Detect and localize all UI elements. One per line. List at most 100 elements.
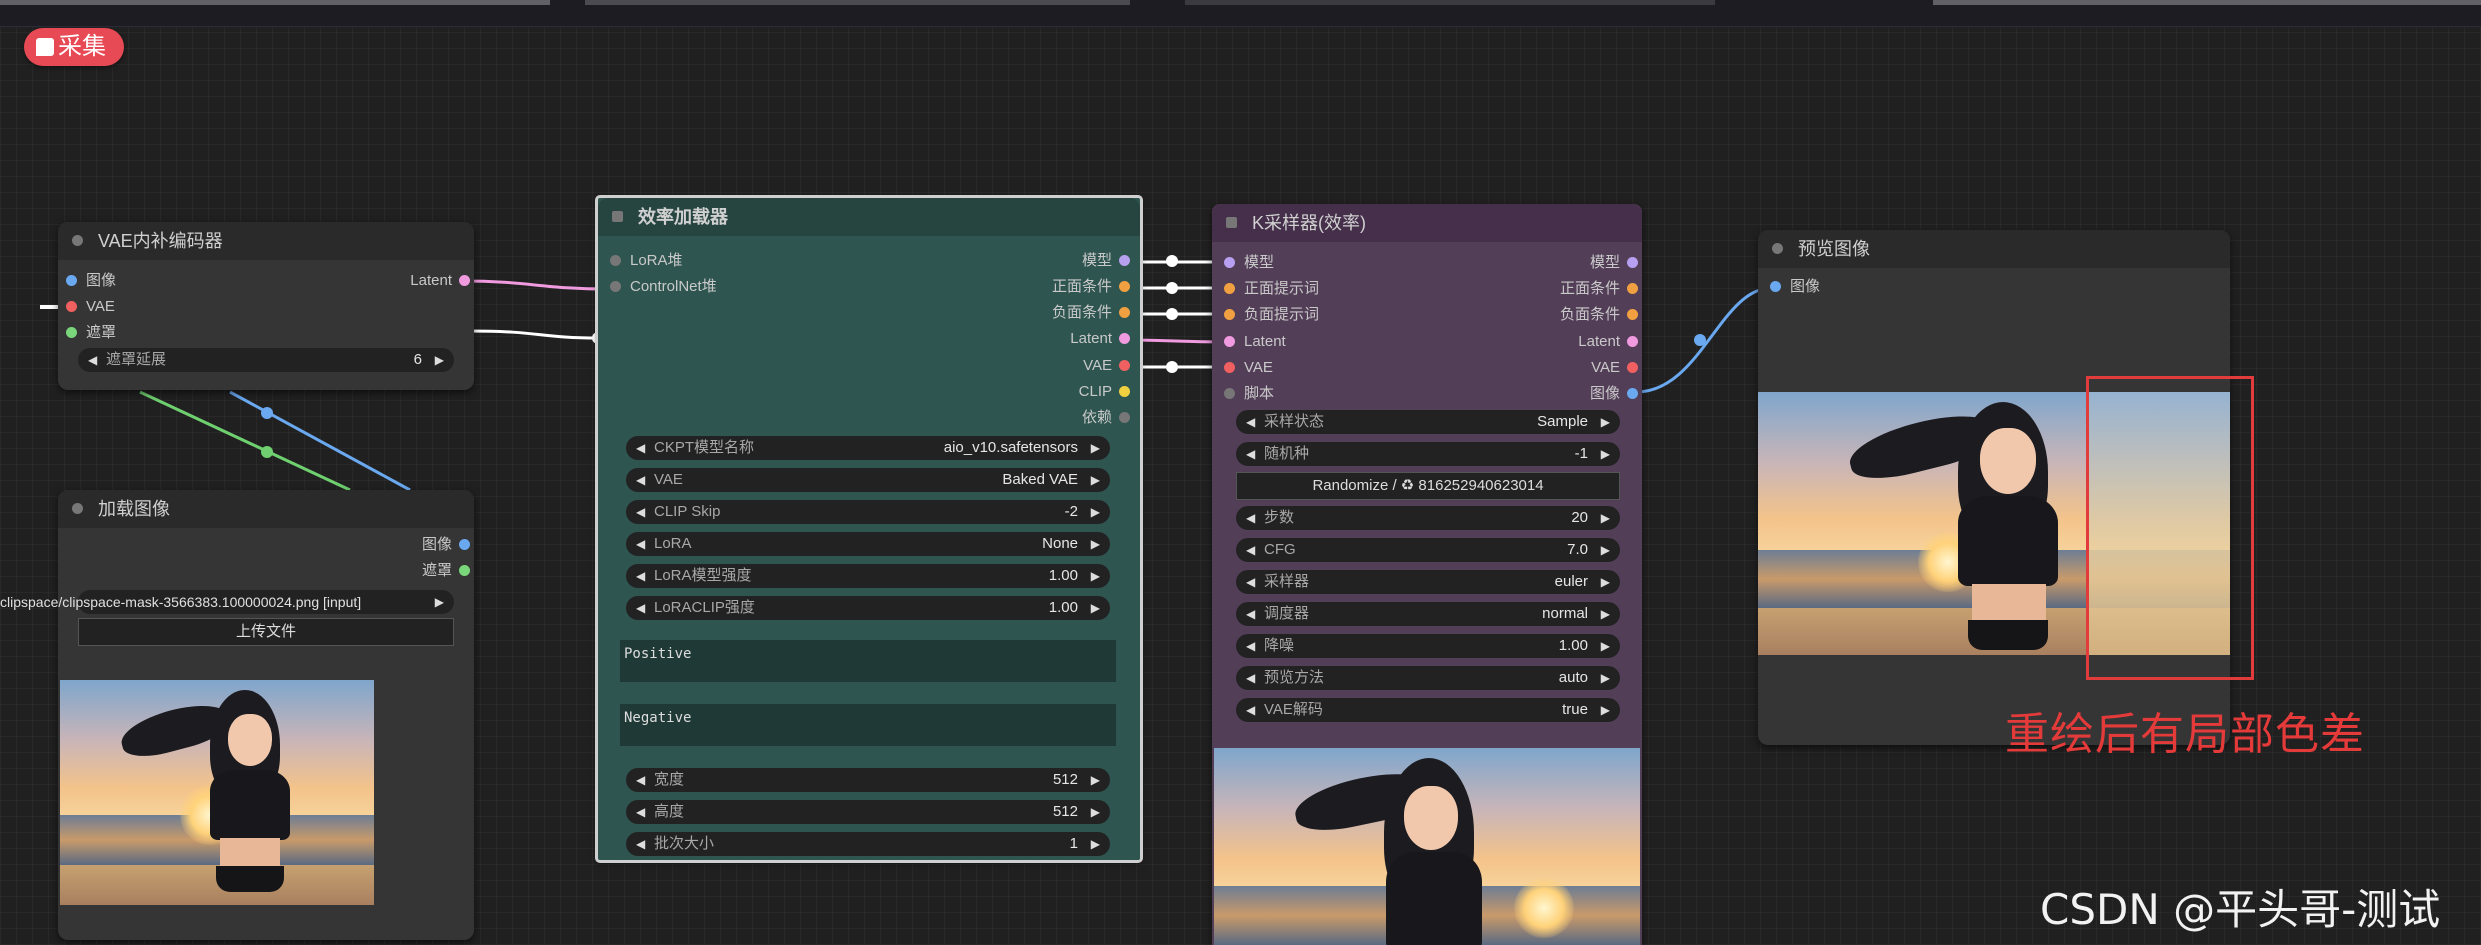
port-icon[interactable] — [1119, 333, 1130, 344]
negative-prompt-textarea[interactable]: Negative — [620, 704, 1116, 746]
efficient-loader-header[interactable]: 效率加载器 — [598, 198, 1140, 236]
decrement-arrow-icon[interactable]: ◀ — [636, 768, 645, 792]
output-image[interactable]: 图像 — [422, 534, 474, 556]
port-icon[interactable] — [1627, 309, 1638, 320]
decrement-arrow-icon[interactable]: ◀ — [1246, 410, 1255, 434]
preview-method-widget[interactable]: ◀ 预览方法 auto ▶ — [1236, 666, 1620, 690]
decrement-arrow-icon[interactable]: ◀ — [636, 832, 645, 856]
increment-arrow-icon[interactable]: ▶ — [1091, 800, 1100, 824]
input-mask[interactable]: 遮罩 — [62, 322, 116, 344]
preview-image-header[interactable]: 预览图像 — [1758, 230, 2230, 268]
output-image[interactable]: 图像 — [1590, 383, 1642, 405]
output-clip[interactable]: CLIP — [1079, 381, 1134, 403]
decrement-arrow-icon[interactable]: ◀ — [636, 468, 645, 492]
vae-decode-widget[interactable]: ◀ VAE解码 true ▶ — [1236, 698, 1620, 722]
input-lora-stack[interactable]: LoRA堆 — [606, 250, 683, 272]
port-icon[interactable] — [1119, 307, 1130, 318]
port-icon[interactable] — [1119, 386, 1130, 397]
ksampler-header[interactable]: K采样器(效率) — [1212, 204, 1642, 242]
ksampler-node[interactable]: K采样器(效率) 模型 正面提示词 负面提示词 Latent VAE 脚本 模型… — [1212, 204, 1642, 945]
vae-widget[interactable]: ◀ VAE Baked VAE ▶ — [626, 468, 1110, 492]
port-icon[interactable] — [66, 327, 77, 338]
input-vae[interactable]: VAE — [62, 296, 115, 318]
port-icon[interactable] — [610, 281, 621, 292]
mask-grow-widget[interactable]: ◀ 遮罩延展 6 ▶ — [78, 348, 454, 372]
increment-arrow-icon[interactable]: ▶ — [1601, 506, 1610, 530]
input-script[interactable]: 脚本 — [1220, 383, 1274, 405]
port-icon[interactable] — [1627, 388, 1638, 399]
increment-arrow-icon[interactable]: ▶ — [1091, 564, 1100, 588]
increment-arrow-icon[interactable]: ▶ — [1091, 468, 1100, 492]
port-icon[interactable] — [1770, 281, 1781, 292]
load-image-header[interactable]: 加载图像 — [58, 490, 474, 528]
lora-widget[interactable]: ◀ LoRA None ▶ — [626, 532, 1110, 556]
sampler-widget[interactable]: ◀ 采样器 euler ▶ — [1236, 570, 1620, 594]
clip-skip-widget[interactable]: ◀ CLIP Skip -2 ▶ — [626, 500, 1110, 524]
output-vae[interactable]: VAE — [1591, 357, 1642, 379]
port-icon[interactable] — [1627, 336, 1638, 347]
increment-arrow-icon[interactable]: ▶ — [1601, 666, 1610, 690]
port-icon[interactable] — [1627, 257, 1638, 268]
decrement-arrow-icon[interactable]: ◀ — [636, 800, 645, 824]
lora-clip-strength-widget[interactable]: ◀ LoRACLIP强度 1.00 ▶ — [626, 596, 1110, 620]
load-image-node[interactable]: 加载图像 图像 遮罩 上传文件 — [58, 490, 474, 940]
height-widget[interactable]: ◀ 高度 512 ▶ — [626, 800, 1110, 824]
increment-arrow-icon[interactable]: ▶ — [1601, 570, 1610, 594]
output-latent[interactable]: Latent — [1070, 328, 1134, 350]
increment-arrow-icon[interactable]: ▶ — [1091, 596, 1100, 620]
increment-arrow-icon[interactable]: ▶ — [1601, 698, 1610, 722]
input-model[interactable]: 模型 — [1220, 252, 1274, 274]
decrement-arrow-icon[interactable]: ◀ — [1246, 538, 1255, 562]
decrement-arrow-icon[interactable]: ◀ — [1246, 442, 1255, 466]
input-controlnet-stack[interactable]: ControlNet堆 — [606, 276, 717, 298]
increment-arrow-icon[interactable]: ▶ — [1601, 538, 1610, 562]
increment-arrow-icon[interactable]: ▶ — [1601, 442, 1610, 466]
output-negative[interactable]: 负面条件 — [1052, 302, 1134, 324]
port-icon[interactable] — [1627, 283, 1638, 294]
collapse-dot-icon[interactable] — [72, 235, 83, 246]
decrement-arrow-icon[interactable]: ◀ — [636, 436, 645, 460]
port-icon[interactable] — [1224, 257, 1235, 268]
efficient-loader-node[interactable]: 效率加载器 LoRA堆 ControlNet堆 模型 正面条件 负面条件 Lat… — [595, 195, 1143, 863]
decrement-arrow-icon[interactable]: ◀ — [1246, 666, 1255, 690]
port-icon[interactable] — [66, 275, 77, 286]
output-latent[interactable]: Latent — [1578, 331, 1642, 353]
increment-arrow-icon[interactable]: ▶ — [435, 348, 444, 372]
port-icon[interactable] — [1224, 388, 1235, 399]
decrement-arrow-icon[interactable]: ◀ — [636, 596, 645, 620]
lora-model-strength-widget[interactable]: ◀ LoRA模型强度 1.00 ▶ — [626, 564, 1110, 588]
port-icon[interactable] — [459, 275, 470, 286]
input-vae[interactable]: VAE — [1220, 357, 1273, 379]
collapse-dot-icon[interactable] — [1226, 217, 1237, 228]
collapse-dot-icon[interactable] — [612, 211, 623, 222]
cfg-widget[interactable]: ◀ CFG 7.0 ▶ — [1236, 538, 1620, 562]
decrement-arrow-icon[interactable]: ◀ — [1246, 634, 1255, 658]
steps-widget[interactable]: ◀ 步数 20 ▶ — [1236, 506, 1620, 530]
positive-prompt-textarea[interactable]: Positive — [620, 640, 1116, 682]
input-positive[interactable]: 正面提示词 — [1220, 278, 1319, 300]
vae-encoder-header[interactable]: VAE内补编码器 — [58, 222, 474, 260]
collapse-dot-icon[interactable] — [1772, 243, 1783, 254]
output-vae[interactable]: VAE — [1083, 355, 1134, 377]
output-positive[interactable]: 正面条件 — [1560, 278, 1642, 300]
port-icon[interactable] — [1627, 362, 1638, 373]
output-mask[interactable]: 遮罩 — [422, 560, 474, 582]
vae-encoder-node[interactable]: VAE内补编码器 图像 VAE 遮罩 Latent ◀ 遮罩延展 6 ▶ — [58, 222, 474, 390]
input-image[interactable]: 图像 — [62, 270, 116, 292]
output-negative[interactable]: 负面条件 — [1560, 304, 1642, 326]
output-positive[interactable]: 正面条件 — [1052, 276, 1134, 298]
increment-arrow-icon[interactable]: ▶ — [1091, 768, 1100, 792]
decrement-arrow-icon[interactable]: ◀ — [636, 532, 645, 556]
port-icon[interactable] — [1224, 362, 1235, 373]
port-icon[interactable] — [1119, 412, 1130, 423]
increment-arrow-icon[interactable]: ▶ — [1601, 410, 1610, 434]
port-icon[interactable] — [1119, 281, 1130, 292]
increment-arrow-icon[interactable]: ▶ — [1601, 634, 1610, 658]
increment-arrow-icon[interactable]: ▶ — [1091, 532, 1100, 556]
output-latent[interactable]: Latent — [410, 270, 474, 292]
upload-file-button[interactable]: 上传文件 — [78, 618, 454, 646]
port-icon[interactable] — [1224, 336, 1235, 347]
port-icon[interactable] — [459, 565, 470, 576]
decrement-arrow-icon[interactable]: ◀ — [1246, 698, 1255, 722]
decrement-arrow-icon[interactable]: ◀ — [1246, 506, 1255, 530]
